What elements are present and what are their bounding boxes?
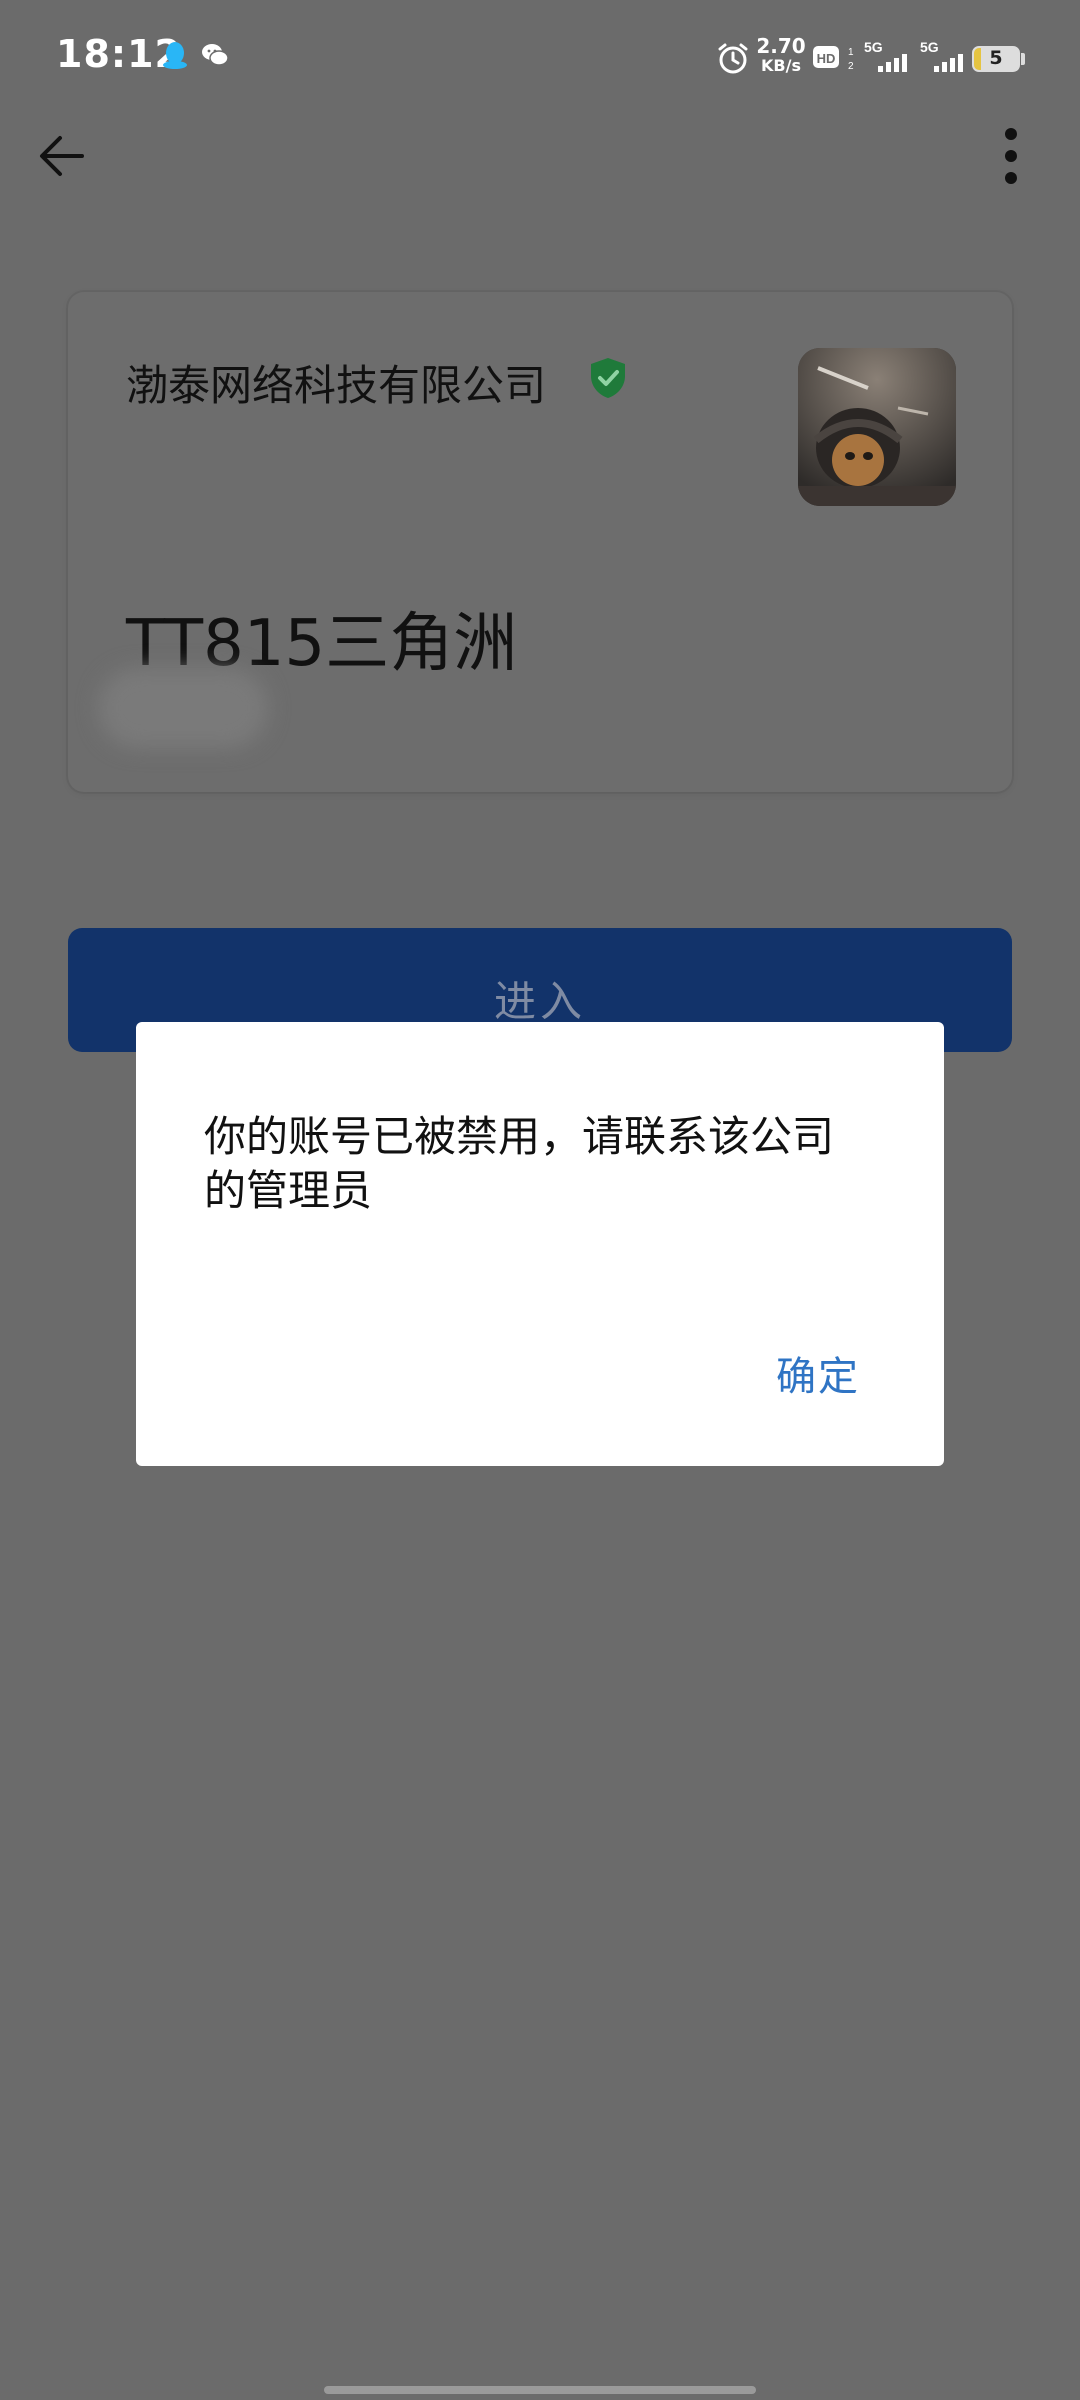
network-speed-value: 2.70 bbox=[756, 34, 806, 58]
enter-button-label: 进入 bbox=[493, 977, 586, 1026]
qq-icon bbox=[163, 42, 187, 69]
svg-text:5G: 5G bbox=[864, 39, 883, 55]
signal-5g-icon: 5G bbox=[864, 39, 907, 72]
svg-text:5G: 5G bbox=[920, 39, 939, 55]
signal-5g-icon: 5G bbox=[920, 39, 963, 72]
alarm-icon bbox=[718, 43, 748, 74]
battery-icon: 5 bbox=[972, 46, 1020, 72]
blurred-info bbox=[98, 668, 268, 748]
confirm-button[interactable]: 确定 bbox=[776, 1344, 860, 1402]
company-name: 渤泰网络科技有限公司 bbox=[126, 361, 547, 410]
back-button[interactable] bbox=[30, 124, 94, 188]
network-speed-unit: KB/s bbox=[761, 56, 801, 75]
battery-level: 5 bbox=[989, 47, 1003, 69]
status-bar: 18:12 2.70 KB/s HD 1 2 5G 5G 5 bbox=[0, 0, 1080, 120]
svg-text:2: 2 bbox=[848, 61, 854, 72]
svg-text:1: 1 bbox=[848, 47, 854, 58]
account-disabled-dialog: 你的账号已被禁用，请联系该公司的管理员 确定 bbox=[136, 1022, 944, 1466]
network-speed: 2.70 KB/s bbox=[756, 36, 806, 74]
shield-check-icon bbox=[591, 358, 625, 398]
svg-text:HD: HD bbox=[817, 51, 836, 66]
home-indicator[interactable] bbox=[324, 2386, 756, 2394]
arrow-left-icon bbox=[40, 136, 84, 176]
dialog-message: 你的账号已被禁用，请联系该公司的管理员 bbox=[204, 1112, 835, 1215]
battery-tip bbox=[1021, 53, 1025, 65]
more-vertical-icon bbox=[1005, 128, 1017, 184]
hd-volte-icon: HD 1 2 bbox=[813, 46, 854, 72]
company-logo bbox=[798, 348, 956, 506]
more-options-button[interactable] bbox=[990, 124, 1032, 188]
wechat-icon bbox=[202, 44, 229, 66]
company-card[interactable]: 渤泰网络科技有限公司 TT815三角洲 bbox=[68, 292, 1012, 792]
